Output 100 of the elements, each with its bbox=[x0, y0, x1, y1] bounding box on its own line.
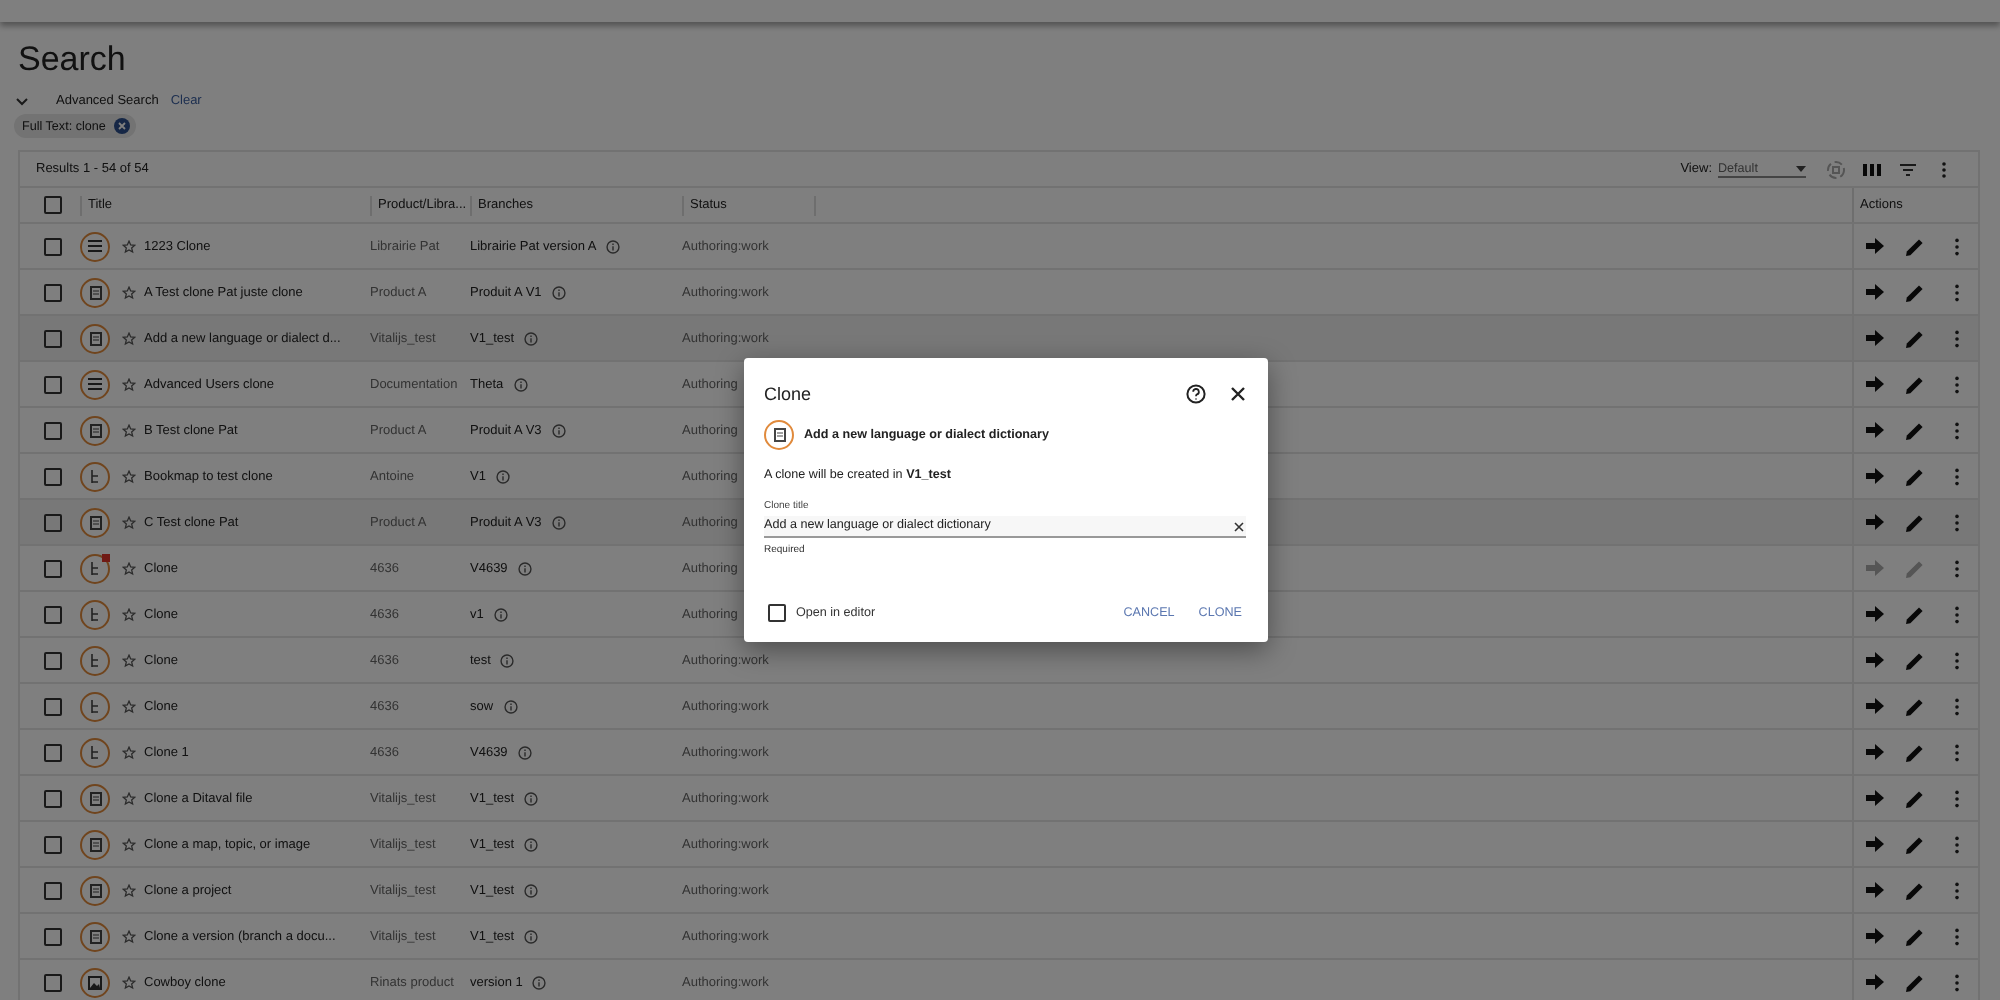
remove-icon[interactable] bbox=[113, 118, 130, 134]
arrow-right-icon[interactable] bbox=[1864, 282, 1885, 302]
pencil-icon[interactable] bbox=[1905, 604, 1926, 624]
pencil-icon[interactable] bbox=[1905, 282, 1926, 302]
arrow-right-icon[interactable] bbox=[1864, 466, 1885, 486]
star-icon[interactable] bbox=[122, 837, 136, 851]
arrow-right-icon[interactable] bbox=[1864, 742, 1885, 762]
star-icon[interactable] bbox=[122, 515, 136, 529]
star-icon[interactable] bbox=[122, 975, 136, 989]
info-icon[interactable] bbox=[495, 469, 510, 483]
info-icon[interactable] bbox=[551, 285, 566, 299]
star-icon[interactable] bbox=[122, 653, 136, 667]
row-checkbox[interactable] bbox=[44, 467, 62, 485]
pencil-icon[interactable] bbox=[1905, 374, 1926, 394]
document-icon bbox=[89, 515, 101, 529]
arrow-right-icon[interactable] bbox=[1864, 512, 1885, 532]
columns-icon[interactable] bbox=[1862, 159, 1882, 179]
arrow-right-icon[interactable] bbox=[1864, 696, 1885, 716]
row-checkbox[interactable] bbox=[44, 559, 62, 577]
star-icon[interactable] bbox=[122, 561, 136, 575]
row-checkbox[interactable] bbox=[44, 375, 62, 393]
star-icon[interactable] bbox=[122, 745, 136, 759]
pencil-icon[interactable] bbox=[1905, 466, 1926, 486]
select-all-checkbox[interactable] bbox=[44, 196, 62, 214]
row-checkbox[interactable] bbox=[44, 329, 62, 347]
info-icon[interactable] bbox=[551, 423, 566, 437]
document-icon bbox=[89, 837, 101, 851]
star-icon[interactable] bbox=[122, 929, 136, 943]
info-icon[interactable] bbox=[524, 929, 539, 943]
row-checkbox[interactable] bbox=[44, 697, 62, 715]
pencil-icon[interactable] bbox=[1905, 972, 1926, 992]
info-icon[interactable] bbox=[524, 883, 539, 897]
row-checkbox[interactable] bbox=[44, 743, 62, 761]
tree-icon bbox=[89, 653, 101, 667]
star-icon[interactable] bbox=[122, 607, 136, 621]
star-icon[interactable] bbox=[122, 791, 136, 805]
arrow-right-icon[interactable] bbox=[1864, 926, 1885, 946]
arrow-right-icon[interactable] bbox=[1864, 972, 1885, 992]
row-checkbox[interactable] bbox=[44, 283, 62, 301]
info-icon[interactable] bbox=[606, 239, 621, 253]
arrow-right-icon[interactable] bbox=[1864, 420, 1885, 440]
row-checkbox[interactable] bbox=[44, 835, 62, 853]
info-icon[interactable] bbox=[513, 377, 528, 391]
star-icon[interactable] bbox=[122, 469, 136, 483]
tree-icon bbox=[89, 699, 101, 713]
info-icon[interactable] bbox=[500, 653, 515, 667]
pencil-icon[interactable] bbox=[1905, 926, 1926, 946]
star-icon[interactable] bbox=[122, 285, 136, 299]
row-checkbox[interactable] bbox=[44, 651, 62, 669]
row-checkbox[interactable] bbox=[44, 927, 62, 945]
info-icon[interactable] bbox=[551, 515, 566, 529]
open-in-editor-checkbox[interactable] bbox=[768, 604, 786, 622]
row-checkbox[interactable] bbox=[44, 421, 62, 439]
arrow-right-icon[interactable] bbox=[1864, 236, 1885, 256]
help-icon[interactable] bbox=[1186, 384, 1206, 404]
caret-icon[interactable] bbox=[1796, 165, 1806, 171]
tree-icon bbox=[89, 469, 101, 483]
arrow-right-icon[interactable] bbox=[1864, 880, 1885, 900]
arrow-right-icon[interactable] bbox=[1864, 374, 1885, 394]
clear-icon[interactable] bbox=[1234, 522, 1244, 532]
close-icon[interactable] bbox=[1230, 386, 1246, 402]
star-icon[interactable] bbox=[122, 239, 136, 253]
star-icon[interactable] bbox=[122, 423, 136, 437]
info-icon[interactable] bbox=[493, 607, 508, 621]
info-icon[interactable] bbox=[517, 745, 532, 759]
arrow-right-icon[interactable] bbox=[1864, 788, 1885, 808]
info-icon[interactable] bbox=[532, 975, 547, 989]
star-icon[interactable] bbox=[122, 331, 136, 345]
pencil-icon[interactable] bbox=[1905, 650, 1926, 670]
star-icon[interactable] bbox=[122, 377, 136, 391]
pencil-icon[interactable] bbox=[1905, 788, 1926, 808]
arrow-right-icon[interactable] bbox=[1864, 604, 1885, 624]
info-icon[interactable] bbox=[503, 699, 518, 713]
row-checkbox[interactable] bbox=[44, 973, 62, 991]
info-icon[interactable] bbox=[517, 561, 532, 575]
info-icon[interactable] bbox=[524, 837, 539, 851]
pencil-icon[interactable] bbox=[1905, 880, 1926, 900]
pencil-icon[interactable] bbox=[1905, 236, 1926, 256]
arrow-right-icon[interactable] bbox=[1864, 650, 1885, 670]
row-checkbox[interactable] bbox=[44, 789, 62, 807]
info-icon[interactable] bbox=[524, 331, 539, 345]
dialog-title: Clone bbox=[764, 384, 814, 404]
document-icon bbox=[773, 428, 785, 442]
filter-icon[interactable] bbox=[1898, 159, 1918, 179]
arrow-right-icon[interactable] bbox=[1864, 328, 1885, 348]
pencil-icon[interactable] bbox=[1905, 742, 1926, 762]
row-checkbox[interactable] bbox=[44, 881, 62, 899]
pencil-icon[interactable] bbox=[1905, 834, 1926, 854]
pencil-icon[interactable] bbox=[1905, 420, 1926, 440]
star-icon[interactable] bbox=[122, 883, 136, 897]
arrow-right-icon[interactable] bbox=[1864, 834, 1885, 854]
chevron-down-icon[interactable] bbox=[16, 97, 28, 105]
pencil-icon[interactable] bbox=[1905, 696, 1926, 716]
row-checkbox[interactable] bbox=[44, 237, 62, 255]
row-checkbox[interactable] bbox=[44, 605, 62, 623]
row-checkbox[interactable] bbox=[44, 513, 62, 531]
pencil-icon[interactable] bbox=[1905, 512, 1926, 532]
info-icon[interactable] bbox=[524, 791, 539, 805]
star-icon[interactable] bbox=[122, 699, 136, 713]
pencil-icon[interactable] bbox=[1905, 328, 1926, 348]
